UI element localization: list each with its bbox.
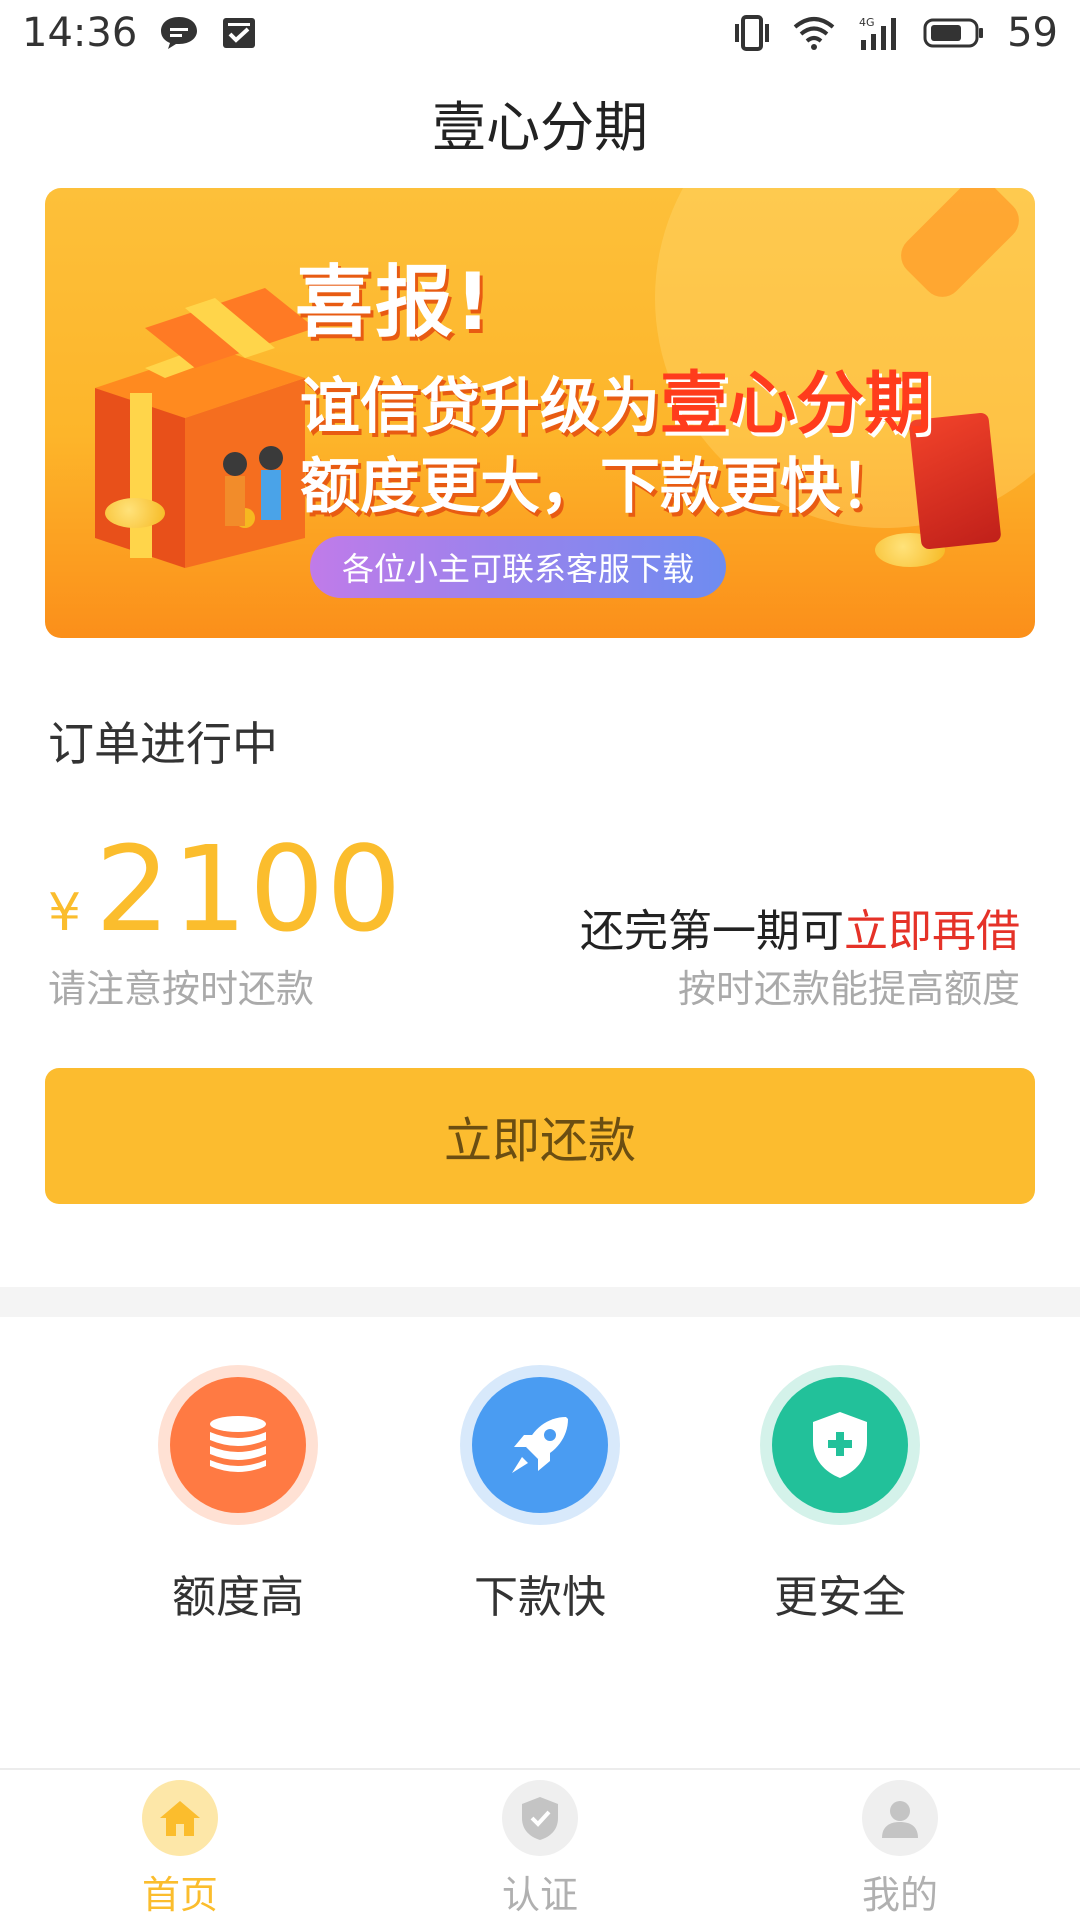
banner-brand-name: 壹心分期 <box>660 365 933 444</box>
vibrate-icon <box>733 14 771 52</box>
coins-stack-icon <box>170 1377 306 1513</box>
gift-box-illustration <box>95 288 315 568</box>
app-screen: 14:36 4G 59 壹心分期 喜报! 谊信贷升级为壹心分期 额度更大，下款更… <box>0 0 1080 1920</box>
reborrow-prefix: 还完第一期可 <box>580 906 844 957</box>
feature-label: 更安全 <box>774 1572 906 1623</box>
currency-symbol: ¥ <box>48 883 82 943</box>
battery-percent: 59 <box>1007 10 1058 56</box>
amount-value: 2100 <box>95 820 404 958</box>
user-icon <box>862 1780 938 1856</box>
promo-banner[interactable]: 喜报! 谊信贷升级为壹心分期 额度更大，下款更快！ 各位小主可联系客服下载 <box>45 188 1035 638</box>
order-amount: ¥ 2100 <box>48 820 403 958</box>
reborrow-text: 还完第一期可立即再借 <box>580 895 1020 959</box>
shield-check-icon <box>502 1780 578 1856</box>
reborrow-highlight: 立即再借 <box>844 906 1020 957</box>
banner-headline: 喜报! <box>295 258 493 348</box>
feature-high-limit: 额度高 <box>138 1365 338 1625</box>
bottom-navigation: 首页 认证 我的 <box>0 1768 1080 1920</box>
feature-fast-payout: 下款快 <box>440 1365 640 1625</box>
section-divider <box>0 1287 1080 1317</box>
amount-hint: 请注意按时还款 <box>48 967 315 1011</box>
nav-item-home[interactable]: 首页 <box>100 1780 260 1919</box>
banner-upgrade-line: 谊信贷升级为壹心分期 <box>300 348 932 447</box>
status-bar: 14:36 4G 59 <box>0 0 1080 66</box>
order-status-title: 订单进行中 <box>48 717 278 771</box>
banner-slogan: 额度更大，下款更快！ <box>300 452 900 522</box>
nav-label-verify: 认证 <box>501 1873 578 1917</box>
signal-4g-icon: 4G <box>857 14 901 52</box>
rocket-icon <box>472 1377 608 1513</box>
repay-now-button[interactable]: 立即还款 <box>45 1068 1035 1204</box>
page-title: 壹心分期 <box>432 95 648 159</box>
wifi-icon <box>793 15 835 51</box>
feature-label: 下款快 <box>474 1572 606 1623</box>
nav-label-mine: 我的 <box>861 1873 938 1917</box>
battery-icon <box>923 17 985 49</box>
nav-item-mine[interactable]: 我的 <box>820 1780 980 1919</box>
svg-text:4G: 4G <box>859 16 875 29</box>
home-icon <box>142 1780 218 1856</box>
shield-plus-icon <box>772 1377 908 1513</box>
banner-upgrade-prefix: 谊信贷升级为 <box>300 372 660 442</box>
status-time: 14:36 <box>22 10 138 56</box>
feature-label: 额度高 <box>172 1572 304 1623</box>
coin-decoration <box>105 498 165 528</box>
mail-check-icon <box>221 15 257 51</box>
banner-contact-pill: 各位小主可联系客服下载 <box>310 536 727 598</box>
chat-icon <box>159 15 199 51</box>
nav-item-verify[interactable]: 认证 <box>460 1780 620 1919</box>
feature-more-secure: 更安全 <box>740 1365 940 1625</box>
reborrow-hint: 按时还款能提高额度 <box>677 967 1020 1011</box>
nav-label-home: 首页 <box>141 1873 218 1917</box>
